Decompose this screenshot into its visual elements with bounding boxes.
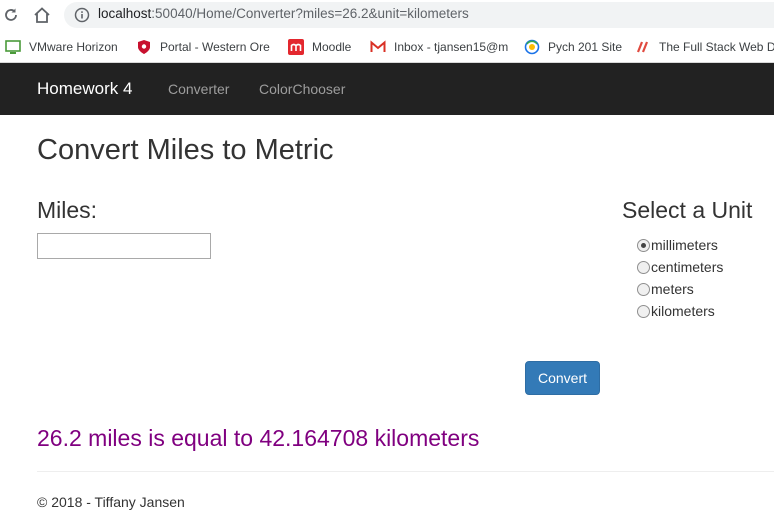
info-icon[interactable] (74, 7, 90, 23)
moodle-icon (288, 39, 304, 55)
vmware-icon (5, 40, 21, 54)
page-title: Convert Miles to Metric (37, 134, 334, 166)
radio-label: centimeters (651, 259, 724, 275)
bookmark-label: VMware Horizon (29, 40, 118, 54)
bookmark-label: Pych 201 Site (548, 40, 623, 54)
nav-link-colorchooser[interactable]: ColorChooser (259, 81, 345, 97)
browser-address-bar: localhost:50040/Home/Converter?miles=26.… (0, 0, 774, 30)
unit-option-meters[interactable]: meters (637, 280, 694, 298)
unit-option-kilometers[interactable]: kilometers (637, 302, 715, 320)
home-icon[interactable] (31, 4, 53, 26)
conversion-result: 26.2 miles is equal to 42.164708 kilomet… (37, 425, 480, 451)
bookmark-label: Portal - Western Ore (160, 40, 270, 54)
miles-label: Miles: (37, 197, 98, 223)
bookmark-fullstack[interactable]: The Full Stack Web D (635, 38, 774, 56)
miles-input[interactable] (37, 233, 211, 259)
unit-option-centimeters[interactable]: centimeters (637, 258, 723, 276)
bookmark-inbox[interactable]: Inbox - tjansen15@m (370, 38, 508, 56)
wou-icon (138, 40, 150, 54)
unit-option-millimeters[interactable]: millimeters (637, 236, 718, 254)
radio-meters[interactable] (637, 282, 650, 296)
bookmark-moodle[interactable]: Moodle (288, 38, 351, 56)
url-path: :50040/Home/Converter?miles=26.2&unit=ki… (151, 6, 469, 21)
convert-button[interactable]: Convert (525, 361, 600, 395)
radio-kilometers[interactable] (637, 304, 650, 318)
radio-centimeters[interactable] (637, 260, 650, 274)
site-icon (524, 39, 540, 55)
nav-link-converter[interactable]: Converter (168, 81, 229, 97)
reload-icon[interactable] (0, 4, 22, 26)
bookmark-label: Moodle (312, 40, 352, 54)
unit-heading: Select a Unit (622, 197, 753, 223)
bookmark-portal[interactable]: Portal - Western Ore (136, 38, 270, 56)
bookmark-pych201[interactable]: Pych 201 Site (524, 38, 622, 56)
bookmark-label: Inbox - tjansen15@m (394, 40, 509, 54)
radio-millimeters[interactable] (637, 238, 650, 252)
url-field[interactable]: localhost:50040/Home/Converter?miles=26.… (64, 2, 774, 28)
radio-label: kilometers (651, 303, 715, 319)
bookmark-vmware[interactable]: VMware Horizon (5, 38, 118, 56)
fullstack-icon (636, 41, 649, 53)
site-navbar: Homework 4 Converter ColorChooser (0, 63, 774, 115)
url-host: localhost (98, 6, 152, 21)
radio-label: meters (651, 281, 694, 297)
bookmarks-bar: VMware Horizon Portal - Western Ore Mood… (0, 30, 774, 63)
navbar-brand[interactable]: Homework 4 (37, 79, 132, 99)
bookmark-label: The Full Stack Web D (659, 40, 774, 54)
gmail-icon (370, 40, 386, 52)
footer-copyright: © 2018 - Tiffany Jansen (37, 494, 185, 510)
radio-label: millimeters (651, 237, 718, 253)
url-text: localhost:50040/Home/Converter?miles=26.… (98, 6, 469, 21)
footer-divider (37, 471, 774, 472)
